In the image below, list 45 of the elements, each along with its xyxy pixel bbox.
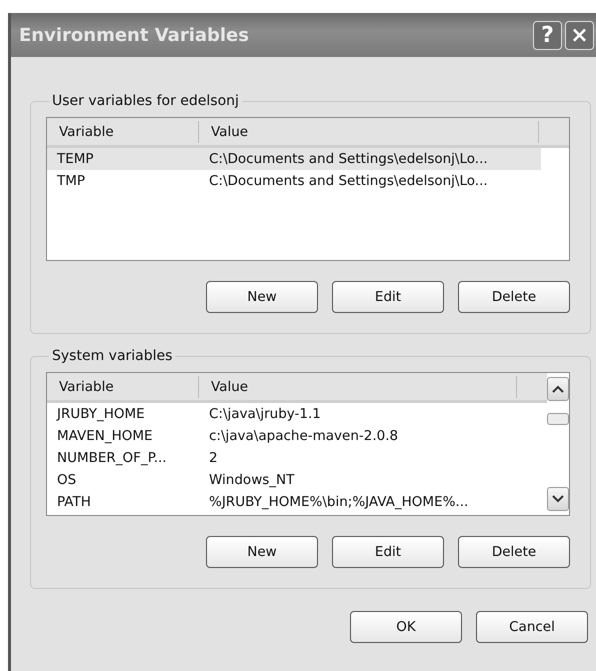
value-cell-text: 2	[208, 450, 219, 466]
action-button[interactable]: New	[206, 536, 318, 568]
value-cell-text: Windows_NT	[208, 472, 296, 488]
variable-cell-text: NUMBER_OF_P...	[56, 450, 168, 466]
ok-button[interactable]: OK	[350, 611, 462, 643]
value-cell-text: c:\java\apache-maven-2.0.8	[208, 428, 400, 444]
group-label: User variables for edelsonj	[51, 93, 240, 109]
action-button[interactable]: Edit	[332, 536, 444, 568]
variable-list[interactable]: Variable Value TEMP C:\Documents and Settings\edelsonj\Lo... TMP C:\Documents and Settings\edelsonj\Lo...	[46, 117, 570, 261]
help-button[interactable]: ?	[533, 20, 562, 50]
list-row[interactable]: MAVEN_HOME c:\java\apache-maven-2.0.8	[47, 425, 519, 447]
variable-cell-text: TMP	[56, 173, 86, 189]
action-button[interactable]: Delete	[458, 281, 570, 313]
variable-cell-text: PATH	[56, 494, 92, 510]
variable-cell-text: TEMP	[56, 151, 95, 167]
value-cell-text: C:\Documents and Settings\edelsonj\Lo...	[208, 151, 489, 167]
variable-cell-text: OS	[56, 472, 78, 488]
scroll-down-button[interactable]	[547, 487, 569, 511]
action-button[interactable]: New	[206, 281, 318, 313]
chevron-up-icon	[552, 385, 564, 393]
list-row[interactable]: JRUBY_HOME C:\java\jruby-1.1	[47, 403, 519, 425]
scroll-thumb[interactable]	[547, 413, 569, 425]
cancel-button[interactable]: Cancel	[476, 611, 588, 643]
column-header[interactable]: Value	[199, 120, 539, 142]
list-row[interactable]: PATH %JRUBY_HOME%\bin;%JAVA_HOME%...	[47, 491, 519, 513]
variable-cell-text: MAVEN_HOME	[56, 428, 154, 444]
list-row[interactable]: TEMP C:\Documents and Settings\edelsonj\Lo...	[47, 148, 541, 170]
action-button[interactable]: Edit	[332, 281, 444, 313]
value-cell-text: C:\java\jruby-1.1	[208, 406, 322, 422]
group-label: System variables	[51, 348, 174, 364]
list-row[interactable]: TMP C:\Documents and Settings\edelsonj\Lo...	[47, 170, 541, 192]
value-cell-text: %JRUBY_HOME%\bin;%JAVA_HOME%...	[208, 494, 470, 510]
scroll-up-button[interactable]	[547, 377, 569, 401]
column-header[interactable]: Value	[199, 376, 517, 398]
close-button[interactable]: ×	[565, 20, 594, 50]
list-row[interactable]: OS Windows_NT	[47, 469, 519, 491]
chevron-down-icon	[552, 495, 564, 503]
action-button[interactable]: Delete	[458, 536, 570, 568]
column-header[interactable]: Variable	[47, 376, 199, 398]
value-cell-text: C:\Documents and Settings\edelsonj\Lo...	[208, 173, 489, 189]
column-header[interactable]: Variable	[47, 120, 199, 142]
variable-list[interactable]: Variable Value JRUBY_HOME C:\java\jruby-1.1 MAVEN_HOME c:\java\apache-maven-2.0.8 NUMBER_OF_P... 2 OS Windows_NT PATH %JRUBY_HOME%\bin;%JAVA_HOME%...	[46, 372, 570, 516]
list-row[interactable]: NUMBER_OF_P... 2	[47, 447, 519, 469]
window-title: Environment Variables	[19, 24, 250, 46]
variable-cell-text: JRUBY_HOME	[55, 406, 146, 422]
